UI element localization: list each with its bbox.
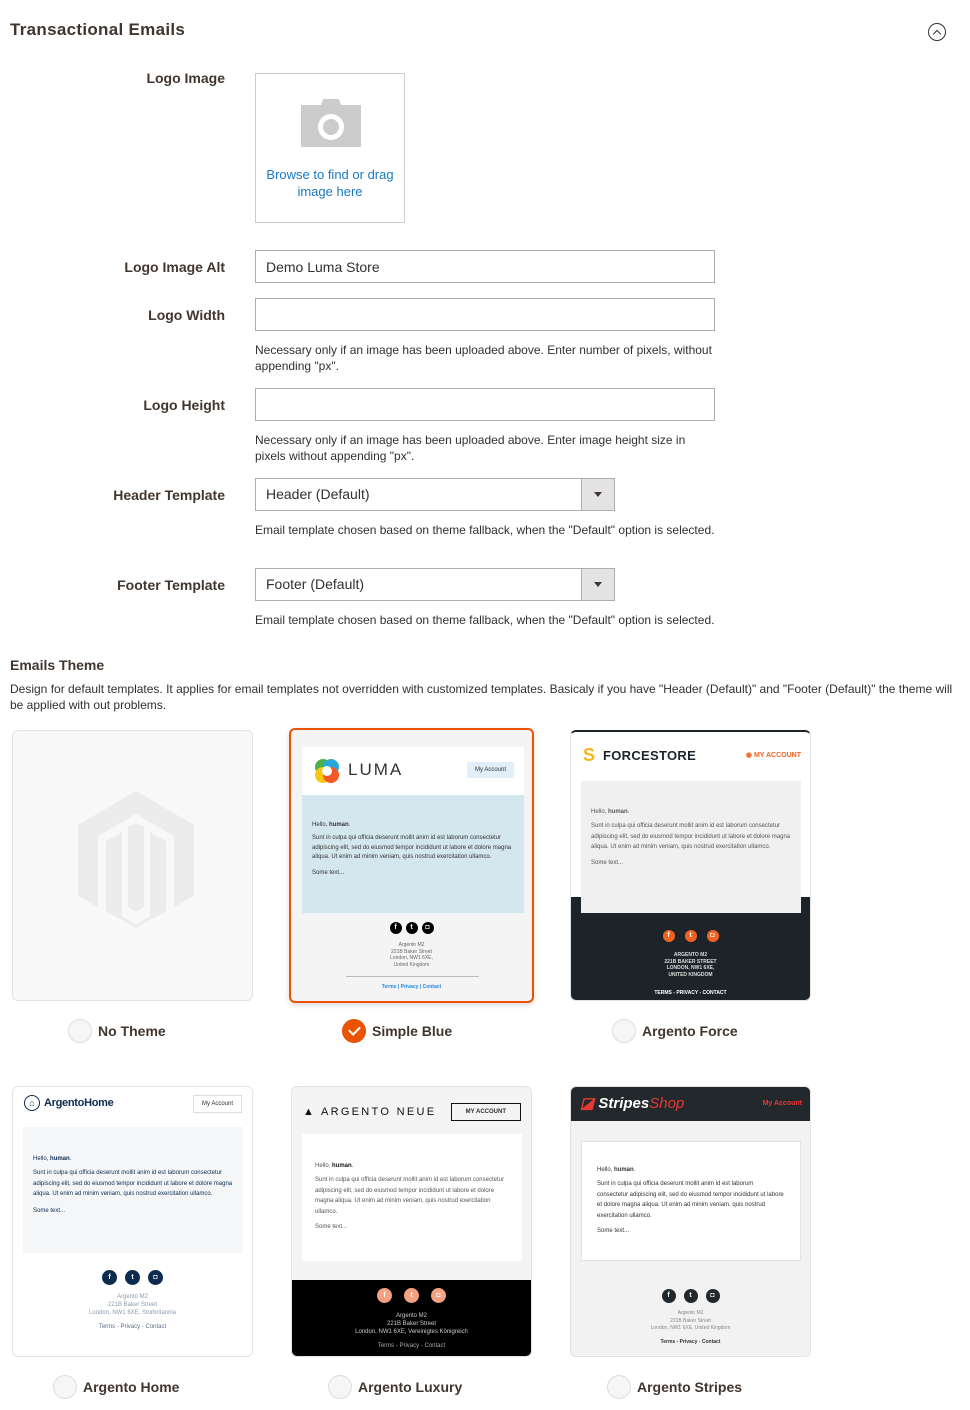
logo-width-note: Necessary only if an image has been uplo… (255, 343, 712, 373)
footer-template-note: Email template chosen based on theme fal… (255, 613, 715, 627)
forcestore-logo-icon: S (583, 745, 596, 765)
facebook-icon: f (389, 922, 402, 934)
twitter-icon: t (683, 1289, 698, 1303)
preview-body: Sunt in culpa qui officia deserunt molli… (312, 835, 512, 860)
my-account-button: My Account (192, 1095, 242, 1113)
theme-card-no-theme[interactable] (12, 730, 253, 1001)
preview-body: Sunt in culpa qui officia deserunt molli… (315, 1177, 504, 1215)
footer-template-select[interactable]: Footer (Default) (255, 568, 615, 601)
theme-label: No Theme (98, 1023, 166, 1039)
instagram-icon: ◘ (421, 922, 434, 934)
preview-links: Terms | Privacy | Contact (381, 984, 442, 990)
my-account-button: My Account (466, 762, 514, 778)
luma-logo-icon (315, 759, 339, 783)
header-template-label: Header Template (113, 487, 225, 503)
emails-theme-description: Design for default templates. It applies… (10, 682, 953, 712)
logo-image-label: Logo Image (146, 70, 225, 86)
theme-label: Argento Luxury (358, 1379, 463, 1395)
camera-icon (301, 99, 361, 147)
theme-label: Argento Force (642, 1023, 738, 1039)
twitter-icon: t (125, 1270, 140, 1285)
my-account-button: MY ACCOUNT (450, 1103, 521, 1121)
logo-height-label: Logo Height (143, 397, 225, 413)
radio-button[interactable] (612, 1019, 636, 1043)
theme-radio-argento-stripes[interactable]: Argento Stripes (607, 1375, 742, 1399)
theme-radio-argento-home[interactable]: Argento Home (53, 1375, 179, 1399)
theme-card-argento-home[interactable]: ⌂ ArgentoHome My Account Hello, human. S… (12, 1086, 253, 1357)
preview-hello: Hello, (312, 822, 328, 828)
preview-name: human (329, 822, 349, 828)
argento-neue-brand: ▲ ARGENTO NEUE (303, 1106, 437, 1118)
facebook-icon: f (662, 930, 675, 942)
instagram-icon: ◘ (148, 1270, 163, 1285)
theme-card-argento-stripes[interactable]: ◪ StripesShop My Account Hello, human. S… (570, 1086, 811, 1357)
argentohome-brand: ArgentoHome (44, 1097, 114, 1109)
preview-body: Sunt in culpa qui officia deserunt molli… (591, 823, 791, 850)
radio-button[interactable] (53, 1375, 77, 1399)
theme-card-argento-force[interactable]: S FORCESTORE ◉ MY ACCOUNT Hello, human. … (570, 730, 811, 1001)
preview-some-text: Some text... (312, 869, 345, 876)
theme-label: Argento Home (83, 1379, 180, 1395)
chevron-down-icon[interactable] (581, 479, 614, 510)
logo-width-input[interactable] (255, 298, 715, 331)
forcestore-brand: FORCESTORE (603, 748, 697, 763)
instagram-icon: ◘ (706, 930, 719, 942)
theme-radio-no-theme[interactable]: No Theme (68, 1019, 166, 1043)
magento-logo-icon (78, 791, 194, 928)
preview-body: Sunt in culpa qui officia deserunt molli… (597, 1181, 784, 1219)
theme-label: Argento Stripes (637, 1379, 743, 1395)
emails-theme-title: Emails Theme (10, 657, 105, 673)
instagram-icon: ◘ (431, 1288, 446, 1303)
instagram-icon: ◘ (705, 1289, 720, 1303)
upload-hint-link[interactable]: Browse to find or drag image here (256, 166, 404, 200)
my-account-link: My Account (762, 1100, 802, 1107)
header-template-select[interactable]: Header (Default) (255, 478, 615, 511)
twitter-icon: t (405, 922, 418, 934)
luma-brand: LUMA (348, 760, 404, 779)
home-logo-icon: ⌂ (24, 1095, 40, 1111)
theme-radio-simple-blue[interactable]: Simple Blue (342, 1019, 452, 1043)
theme-radio-argento-force[interactable]: Argento Force (612, 1019, 738, 1043)
logo-height-input[interactable] (255, 388, 715, 421)
my-account-link: ◉ MY ACCOUNT (745, 752, 801, 759)
theme-card-simple-blue[interactable]: LUMA My Account Hello, human. Sunt in cu… (289, 728, 534, 1003)
header-template-value: Header (Default) (266, 486, 370, 502)
twitter-icon: t (404, 1288, 419, 1303)
section-title: Transactional Emails (10, 20, 186, 39)
logo-alt-label: Logo Image Alt (124, 259, 225, 275)
twitter-icon: t (684, 930, 697, 942)
theme-radio-argento-luxury[interactable]: Argento Luxury (328, 1375, 462, 1399)
preview-links: Terms - Privacy - Contact (377, 1343, 446, 1349)
chevron-down-icon[interactable] (581, 569, 614, 600)
chevron-up-circle-icon[interactable] (928, 23, 946, 41)
preview-body: Sunt in culpa qui officia deserunt molli… (33, 1170, 233, 1197)
radio-button[interactable] (328, 1375, 352, 1399)
preview-links: Terms - Privacy - Contact (660, 1339, 721, 1345)
footer-template-value: Footer (Default) (266, 576, 365, 592)
radio-button[interactable] (68, 1019, 92, 1043)
logo-width-label: Logo Width (148, 307, 225, 323)
preview-links: Terms - Privacy - Contact (98, 1324, 167, 1330)
logo-image-uploader[interactable]: Browse to find or drag image here (255, 73, 405, 223)
theme-card-argento-luxury[interactable]: ▲ ARGENTO NEUE MY ACCOUNT Hello, human. … (291, 1086, 532, 1357)
preview-links: TERMS - PRIVACY - CONTACT (654, 990, 727, 996)
radio-button-checked[interactable] (342, 1019, 366, 1043)
facebook-icon: f (377, 1288, 392, 1303)
theme-label: Simple Blue (372, 1023, 453, 1039)
facebook-icon: f (661, 1289, 676, 1303)
preview-country: United Kingdom (393, 961, 430, 968)
header-template-note: Email template chosen based on theme fal… (255, 523, 715, 537)
logo-alt-input[interactable] (255, 250, 715, 283)
radio-button[interactable] (607, 1375, 631, 1399)
logo-height-note: Necessary only if an image has been uplo… (255, 433, 686, 463)
facebook-icon: f (102, 1270, 117, 1285)
footer-template-label: Footer Template (117, 577, 225, 593)
stripesshop-brand: ◪ StripesShop (580, 1095, 685, 1112)
